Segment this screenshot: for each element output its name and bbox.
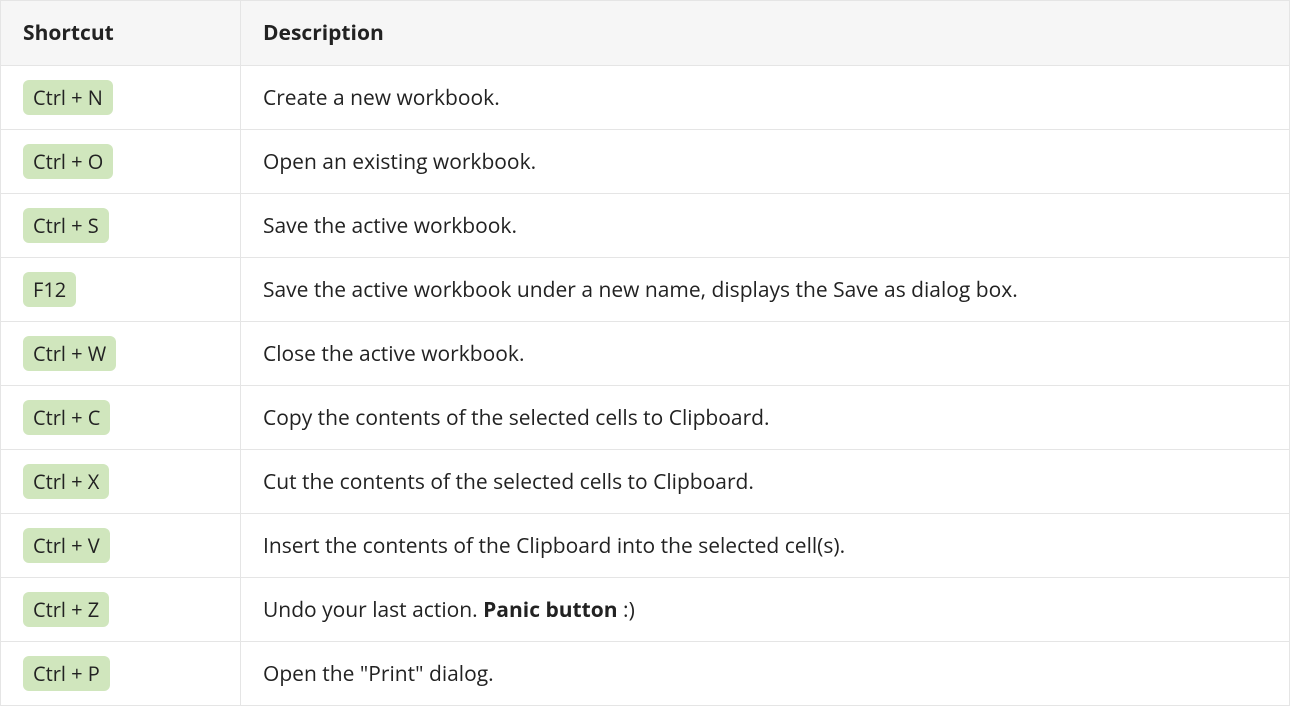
description-cell: Save the active workbook. (241, 194, 1290, 258)
description-text: Save the active workbook. (263, 212, 517, 240)
shortcut-key-badge: Ctrl + O (23, 144, 113, 179)
shortcut-cell: Ctrl + N (1, 66, 241, 130)
shortcut-key-badge: Ctrl + S (23, 208, 109, 243)
shortcut-cell: Ctrl + P (1, 642, 241, 706)
header-shortcut: Shortcut (1, 1, 241, 66)
description-cell: Copy the contents of the selected cells … (241, 386, 1290, 450)
description-cell: Save the active workbook under a new nam… (241, 258, 1290, 322)
table-row: Ctrl + V Insert the contents of the Clipb… (1, 514, 1290, 578)
description-text: Undo your last action. Panic button :) (263, 596, 635, 624)
table-row: Ctrl + X Cut the contents of the selected… (1, 450, 1290, 514)
shortcut-cell: Ctrl + O (1, 130, 241, 194)
description-cell: Cut the contents of the selected cells t… (241, 450, 1290, 514)
shortcut-cell: Ctrl + C (1, 386, 241, 450)
description-cell: Open an existing workbook. (241, 130, 1290, 194)
shortcut-key-badge: Ctrl + X (23, 464, 109, 499)
description-cell: Open the "Print" dialog. (241, 642, 1290, 706)
shortcut-cell: Ctrl + X (1, 450, 241, 514)
table-header-row: Shortcut Description (1, 1, 1290, 66)
description-text: Open an existing workbook. (263, 148, 536, 176)
description-text: Cut the contents of the selected cells t… (263, 468, 754, 496)
shortcut-cell: Ctrl + W (1, 322, 241, 386)
description-text: Copy the contents of the selected cells … (263, 404, 770, 432)
description-cell: Create a new workbook. (241, 66, 1290, 130)
shortcut-key-badge: Ctrl + V (23, 528, 110, 563)
description-cell: Undo your last action. Panic button :) (241, 578, 1290, 642)
description-cell: Close the active workbook. (241, 322, 1290, 386)
table-row: Ctrl + N Create a new workbook. (1, 66, 1290, 130)
description-text: Close the active workbook. (263, 340, 524, 368)
description-cell: Insert the contents of the Clipboard int… (241, 514, 1290, 578)
description-text: Create a new workbook. (263, 84, 500, 112)
shortcut-key-badge: Ctrl + C (23, 400, 110, 435)
shortcut-key-badge: Ctrl + P (23, 656, 110, 691)
table-row: Ctrl + C Copy the contents of the selecte… (1, 386, 1290, 450)
table-row: Ctrl + O Open an existing workbook. (1, 130, 1290, 194)
shortcut-cell: Ctrl + Z (1, 578, 241, 642)
shortcut-key-badge: Ctrl + W (23, 336, 116, 371)
description-text: Open the "Print" dialog. (263, 660, 494, 688)
description-text: Insert the contents of the Clipboard int… (263, 532, 845, 560)
shortcut-cell: Ctrl + S (1, 194, 241, 258)
table-row: Ctrl + P Open the "Print" dialog. (1, 642, 1290, 706)
table-row: F12 Save the active workbook under a new … (1, 258, 1290, 322)
shortcuts-table: Shortcut Description Ctrl + N Create a ne… (0, 0, 1290, 706)
table-row: Ctrl + W Close the active workbook. (1, 322, 1290, 386)
shortcut-cell: F12 (1, 258, 241, 322)
shortcut-key-badge: Ctrl + N (23, 80, 113, 115)
shortcut-key-badge: F12 (23, 272, 76, 307)
header-description: Description (241, 1, 1290, 66)
table-row: Ctrl + S Save the active workbook. (1, 194, 1290, 258)
table-row: Ctrl + Z Undo your last action. Panic but… (1, 578, 1290, 642)
shortcut-cell: Ctrl + V (1, 514, 241, 578)
shortcut-key-badge: Ctrl + Z (23, 592, 109, 627)
description-text: Save the active workbook under a new nam… (263, 276, 1018, 304)
